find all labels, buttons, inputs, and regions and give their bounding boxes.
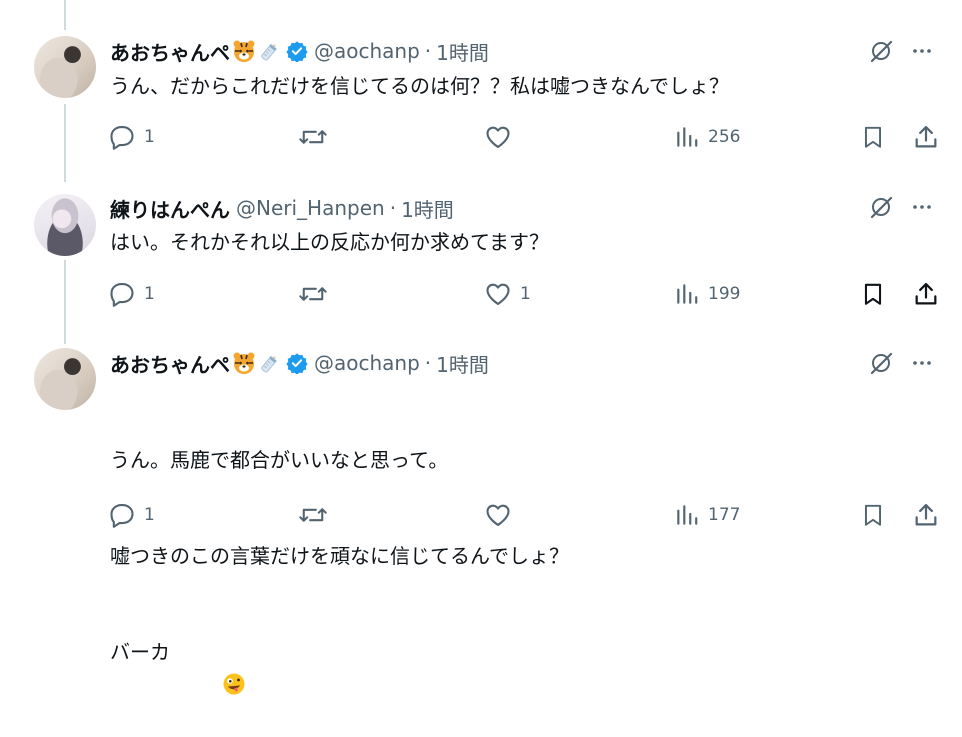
analytics-icon xyxy=(677,284,698,304)
like-button[interactable] xyxy=(484,500,520,530)
like-button[interactable] xyxy=(484,122,520,152)
tweet-header: あおちゃんペ @aochanp · 1時間 xyxy=(110,36,489,66)
baby-bottle-icon xyxy=(258,351,282,375)
tweet-top-actions xyxy=(868,350,934,376)
bookmark-button[interactable] xyxy=(860,279,886,309)
tweet-top-actions xyxy=(868,194,934,220)
more-options-icon[interactable] xyxy=(910,39,934,63)
tweet-header: 練りはんぺん @Neri_Hanpen · 1時間 xyxy=(110,193,454,223)
separator-dot: · xyxy=(424,39,432,63)
tweet[interactable]: あおちゃんペ @aochanp · 1時間 うん、だからこれだけを信じてるのは何… xyxy=(0,0,962,180)
retweet-button[interactable] xyxy=(298,122,336,152)
tiger-face-icon xyxy=(232,351,256,375)
tweet-actions: 1 177 xyxy=(108,500,938,530)
tweet-text-line: バーカ xyxy=(110,640,170,664)
tweet-text: うん。馬鹿で都合がいいなと思って。 嘘つきのこの言葉だけを頑なに信じてるんでしょ… xyxy=(110,380,569,732)
avatar[interactable] xyxy=(34,348,96,410)
handle[interactable]: @aochanp xyxy=(314,39,420,63)
like-button[interactable]: 1 xyxy=(484,279,531,309)
separator-dot: · xyxy=(424,351,432,375)
tweet-actions: 1 1 199 xyxy=(108,279,938,309)
bookmark-icon xyxy=(864,504,882,526)
display-name[interactable]: あおちゃんペ xyxy=(110,37,230,66)
grok-icon[interactable] xyxy=(868,194,894,220)
tiger-face-icon xyxy=(232,39,256,63)
reply-count: 1 xyxy=(144,127,155,147)
grok-icon[interactable] xyxy=(868,350,894,376)
reply-button[interactable]: 1 xyxy=(108,279,155,309)
bookmark-icon xyxy=(864,126,882,148)
reply-button[interactable]: 1 xyxy=(108,500,155,530)
view-count: 256 xyxy=(708,127,741,147)
reply-icon xyxy=(110,126,134,150)
timestamp[interactable]: 1時間 xyxy=(401,194,454,223)
reply-icon xyxy=(110,504,134,528)
tweet-text-line: 嘘つきのこの言葉だけを頑なに信じてるんでしょ？ xyxy=(110,544,569,568)
more-options-icon[interactable] xyxy=(910,195,934,219)
reply-count: 1 xyxy=(144,284,155,304)
tweet-text: はい。それかそれ以上の反応か何か求めてます？ xyxy=(110,230,549,254)
share-icon xyxy=(915,125,937,148)
share-button[interactable] xyxy=(912,122,940,152)
tweet-header: あおちゃんペ @aochanp · 1時間 xyxy=(110,348,489,378)
tweet-top-actions xyxy=(868,38,934,64)
handle[interactable]: @Neri_Hanpen xyxy=(236,196,385,220)
view-count: 177 xyxy=(708,505,741,525)
views-button[interactable]: 199 xyxy=(674,279,740,309)
retweet-icon xyxy=(299,508,327,522)
heart-icon xyxy=(486,126,510,148)
tweet[interactable]: あおちゃんペ @aochanp · 1時間 うん。馬鹿で都合がいいなと思って。 … xyxy=(0,340,962,695)
retweet-icon xyxy=(299,287,327,301)
retweet-icon xyxy=(299,130,327,144)
avatar[interactable] xyxy=(34,194,96,256)
timestamp[interactable]: 1時間 xyxy=(436,37,489,66)
verified-badge-icon xyxy=(286,40,308,63)
handle[interactable]: @aochanp xyxy=(314,351,420,375)
timestamp[interactable]: 1時間 xyxy=(436,349,489,378)
baby-bottle-icon xyxy=(258,39,282,63)
reply-count: 1 xyxy=(144,505,155,525)
analytics-icon xyxy=(677,505,698,525)
reply-button[interactable]: 1 xyxy=(108,122,155,152)
grok-icon[interactable] xyxy=(868,38,894,64)
share-button[interactable] xyxy=(912,279,940,309)
tweet-actions: 1 256 xyxy=(108,122,938,152)
view-count: 199 xyxy=(708,284,741,304)
share-icon xyxy=(915,282,937,305)
display-name[interactable]: あおちゃんペ xyxy=(110,349,230,378)
views-button[interactable]: 177 xyxy=(674,500,740,530)
retweet-button[interactable] xyxy=(298,279,336,309)
bookmark-icon xyxy=(864,283,882,305)
like-count: 1 xyxy=(520,284,531,304)
views-button[interactable]: 256 xyxy=(674,122,740,152)
reply-icon xyxy=(110,283,134,307)
more-options-icon[interactable] xyxy=(910,351,934,375)
avatar[interactable] xyxy=(34,36,96,98)
tweet[interactable]: 練りはんぺん @Neri_Hanpen · 1時間 はい。それかそれ以上の反応か… xyxy=(0,180,962,340)
separator-dot: · xyxy=(389,196,397,220)
verified-badge-icon xyxy=(286,352,308,375)
display-name[interactable]: 練りはんぺん xyxy=(110,194,230,223)
share-button[interactable] xyxy=(912,500,940,530)
heart-icon xyxy=(486,504,510,526)
heart-icon xyxy=(486,283,510,305)
analytics-icon xyxy=(677,127,698,147)
bookmark-button[interactable] xyxy=(860,122,886,152)
retweet-button[interactable] xyxy=(298,500,336,530)
tweet-text-line-with-emoji: バーカ xyxy=(110,636,569,695)
tweet-text-line: うん。馬鹿で都合がいいなと思って。 xyxy=(110,448,449,472)
tweet-text: うん、だからこれだけを信じてるのは何？？私は嘘つきなんでしょ？ xyxy=(110,74,729,98)
zany-face-icon xyxy=(171,640,245,695)
share-icon xyxy=(915,503,937,526)
bookmark-button[interactable] xyxy=(860,500,886,530)
